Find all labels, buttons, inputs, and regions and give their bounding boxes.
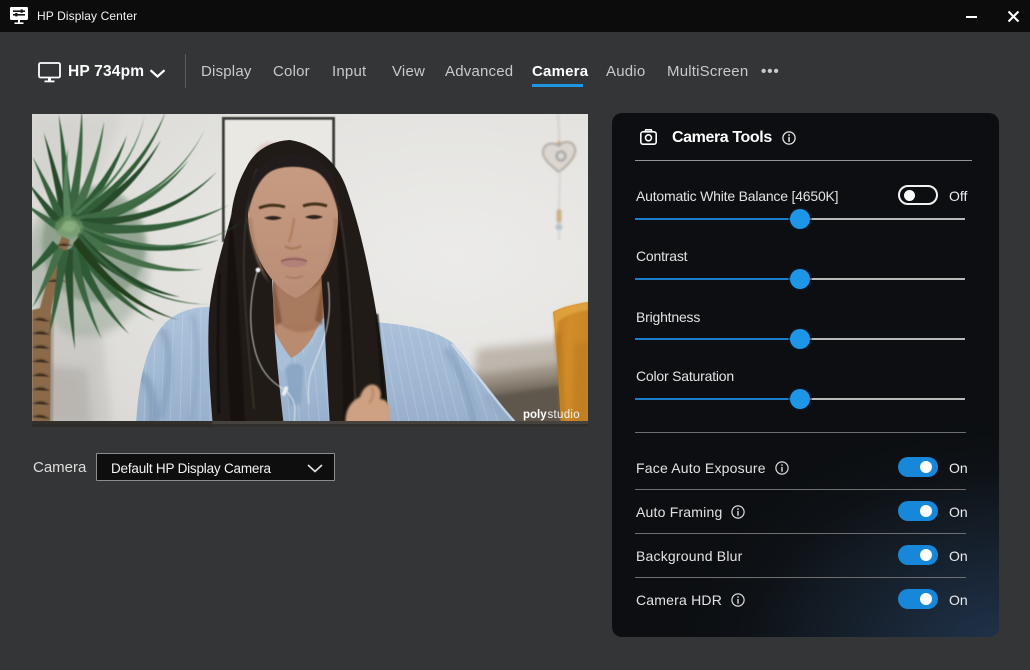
svg-text:poly: poly: [523, 409, 547, 421]
svg-text:studio: studio: [548, 409, 581, 421]
